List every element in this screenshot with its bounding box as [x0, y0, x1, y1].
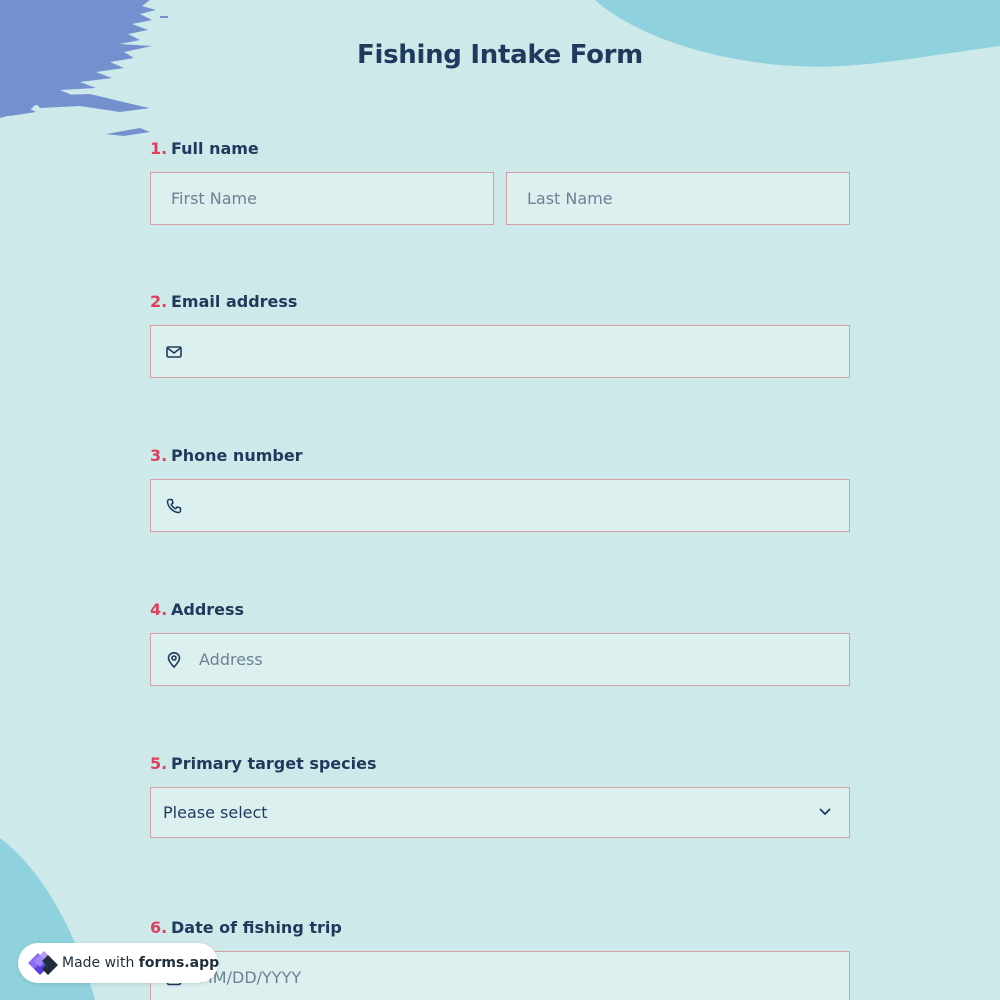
- chevron-down-icon: [815, 802, 835, 822]
- question-number: 1.: [150, 139, 168, 158]
- form-title: Fishing Intake Form: [357, 40, 643, 70]
- badge-text: Made with forms.app: [62, 955, 219, 971]
- question-label: 2. Email address: [150, 291, 850, 313]
- question-text: Date of fishing trip: [171, 918, 342, 937]
- trip-date-field[interactable]: MM/DD/YYYY: [150, 951, 850, 1000]
- last-name-placeholder: Last Name: [527, 189, 613, 208]
- map-pin-icon: [163, 649, 185, 671]
- question-label: 6. Date of fishing trip: [150, 917, 850, 939]
- species-select[interactable]: Please select: [150, 787, 850, 838]
- made-with-badge[interactable]: Made with forms.app: [18, 943, 219, 983]
- mail-icon: [163, 341, 185, 363]
- question-text: Primary target species: [171, 754, 377, 773]
- question-text: Phone number: [171, 446, 303, 465]
- first-name-field[interactable]: First Name: [150, 172, 494, 225]
- question-label: 5. Primary target species: [150, 753, 850, 775]
- species-select-value: Please select: [163, 803, 268, 822]
- question-text: Address: [171, 600, 245, 619]
- name-fields-row: First Name Last Name: [150, 160, 850, 225]
- paint-splash-decoration: [0, 0, 168, 136]
- question-label: 1. Full name: [150, 138, 850, 160]
- question-phone: 3. Phone number: [150, 445, 850, 532]
- question-number: 5.: [150, 754, 168, 773]
- question-target-species: 5. Primary target species Please select: [150, 753, 850, 838]
- address-field[interactable]: Address: [150, 633, 850, 686]
- question-number: 2.: [150, 292, 168, 311]
- phone-field[interactable]: [150, 479, 850, 532]
- question-number: 6.: [150, 918, 168, 937]
- email-field[interactable]: [150, 325, 850, 378]
- question-text: Full name: [171, 139, 259, 158]
- question-number: 4.: [150, 600, 168, 619]
- question-email: 2. Email address: [150, 291, 850, 378]
- first-name-placeholder: First Name: [171, 189, 257, 208]
- badge-prefix: Made with: [62, 955, 135, 971]
- address-placeholder: Address: [199, 650, 263, 669]
- last-name-field[interactable]: Last Name: [506, 172, 850, 225]
- question-number: 3.: [150, 446, 168, 465]
- question-full-name: 1. Full name First Name Last Name: [150, 138, 850, 225]
- question-label: 4. Address: [150, 599, 850, 621]
- phone-icon: [163, 495, 185, 517]
- forms-app-logo-icon: [24, 943, 62, 983]
- question-text: Email address: [171, 292, 298, 311]
- question-address: 4. Address Address: [150, 599, 850, 686]
- badge-brand: forms.app: [138, 955, 220, 971]
- question-label: 3. Phone number: [150, 445, 850, 467]
- question-trip-date: 6. Date of fishing trip MM/DD/YYYY: [150, 917, 850, 1000]
